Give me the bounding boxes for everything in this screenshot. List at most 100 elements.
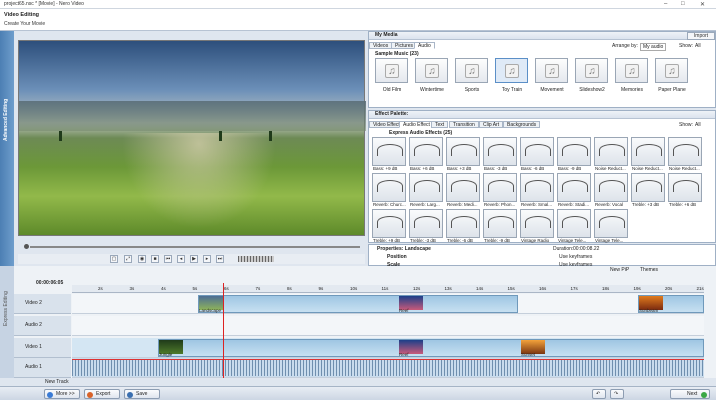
media-item[interactable]: ♫: [615, 58, 648, 83]
lane-audio-2[interactable]: [72, 316, 704, 336]
scrubber-handle[interactable]: [24, 244, 29, 249]
effect-item[interactable]: [483, 173, 517, 202]
effect-item[interactable]: [594, 209, 628, 238]
lane-audio-1[interactable]: [72, 358, 704, 378]
tab-clip-art[interactable]: Clip Art: [479, 121, 504, 128]
step-forward-button[interactable]: ▸: [203, 255, 211, 263]
preview-mountains: [19, 101, 366, 131]
volume-line[interactable]: [72, 359, 704, 360]
fx-show-select[interactable]: All: [695, 122, 701, 128]
effect-item[interactable]: [446, 137, 480, 166]
media-item[interactable]: ♫: [575, 58, 608, 83]
clip-jungle[interactable]: Jungle Reef Sunset: [158, 339, 704, 357]
tab-audio-effect[interactable]: Audio Effect: [399, 121, 434, 128]
waveform-icon: [599, 216, 625, 228]
redo-button[interactable]: ↷: [610, 389, 624, 399]
tab-text[interactable]: Text: [431, 121, 449, 128]
waveform-icon: [451, 144, 477, 156]
effect-item-label: Treble: +6 dB: [669, 202, 696, 207]
media-item[interactable]: ♫: [415, 58, 448, 83]
effect-item-label: Treble: -3 dB: [410, 238, 436, 243]
effect-item[interactable]: [409, 173, 443, 202]
effect-item[interactable]: [446, 173, 480, 202]
effect-item[interactable]: [446, 209, 480, 238]
themes-button[interactable]: Themes: [640, 267, 658, 273]
effect-item[interactable]: [409, 209, 443, 238]
effect-item[interactable]: [557, 173, 591, 202]
track-video-1[interactable]: Video 1: [14, 338, 71, 358]
express-editing-tab[interactable]: Express Editing: [0, 266, 14, 378]
arrange-select[interactable]: My audio: [640, 43, 667, 51]
effect-item[interactable]: [483, 137, 517, 166]
effect-item[interactable]: [631, 173, 665, 202]
effect-item[interactable]: [520, 137, 554, 166]
timeline-ruler[interactable]: 2s 3s 4s 5s 6s 7s 8s 9s 10s 11s 12s 13s 14s 15s 16s 17s…: [72, 285, 704, 293]
clip-label: Landscape: [199, 308, 222, 313]
effect-item[interactable]: [594, 173, 628, 202]
effect-item[interactable]: [557, 209, 591, 238]
step-back-button[interactable]: ◂: [177, 255, 185, 263]
show-select[interactable]: All: [695, 43, 701, 49]
undo-button[interactable]: ↶: [592, 389, 606, 399]
preview-scrubber[interactable]: [18, 243, 365, 251]
effect-item[interactable]: [668, 137, 702, 166]
effect-item[interactable]: [631, 137, 665, 166]
next-button-footer[interactable]: Next: [670, 389, 710, 399]
effect-item[interactable]: [520, 209, 554, 238]
maximize-button[interactable]: □: [681, 1, 685, 7]
previous-button[interactable]: ⏮: [164, 255, 172, 263]
video-preview[interactable]: [18, 40, 366, 243]
effect-item[interactable]: [520, 173, 554, 202]
property-position[interactable]: Position: [387, 254, 407, 260]
music-note-icon: ♫: [465, 64, 479, 78]
clip-landscape[interactable]: Landscape Reef: [198, 295, 518, 313]
track-audio-2[interactable]: Audio 2: [14, 316, 71, 336]
playhead[interactable]: [223, 283, 224, 378]
lane-video-2[interactable]: Landscape Reef Sunbeam: [72, 294, 704, 314]
track-audio-1[interactable]: Audio 1: [14, 358, 71, 378]
effect-item[interactable]: [594, 137, 628, 166]
snapshot-icon[interactable]: ◉: [138, 255, 146, 263]
stop-button[interactable]: ■: [151, 255, 159, 263]
more-button[interactable]: More >>: [44, 389, 80, 399]
import-button[interactable]: Import: [687, 32, 715, 40]
save-button[interactable]: Save: [124, 389, 160, 399]
track-video-2[interactable]: Video 2: [14, 294, 71, 314]
export-button[interactable]: Export: [84, 389, 120, 399]
lane-video-1[interactable]: Jungle Reef Sunset: [72, 338, 704, 358]
fit-button[interactable]: ⤢: [124, 255, 132, 263]
my-media-title: My Media: [375, 32, 398, 38]
effect-item[interactable]: [372, 209, 406, 238]
waveform-icon: [525, 180, 551, 192]
crop-button[interactable]: ▢: [110, 255, 118, 263]
close-button[interactable]: ✕: [700, 1, 705, 8]
tab-audio[interactable]: Audio: [414, 42, 435, 49]
effect-item[interactable]: [483, 209, 517, 238]
tab-backgrounds[interactable]: Backgrounds: [503, 121, 541, 128]
effect-item[interactable]: [372, 173, 406, 202]
use-keyframes-checkbox[interactable]: Use keyframes: [559, 254, 592, 260]
footer-bar: More >> Export Save ↶ ↷ Next: [0, 386, 716, 400]
media-item[interactable]: ♫: [455, 58, 488, 83]
effect-item[interactable]: [557, 137, 591, 166]
music-note-icon: ♫: [505, 64, 519, 78]
clip-label: Reef: [399, 308, 409, 313]
tab-transition[interactable]: Transition: [449, 121, 479, 128]
effect-item[interactable]: [372, 137, 406, 166]
new-pip-button[interactable]: New PiP: [610, 267, 629, 273]
effect-item[interactable]: [409, 137, 443, 166]
tab-videos[interactable]: Videos: [369, 42, 393, 49]
media-item[interactable]: ♫: [655, 58, 688, 83]
new-track-button[interactable]: New Track: [45, 379, 69, 385]
effect-item[interactable]: [668, 173, 702, 202]
media-item[interactable]: ♫: [375, 58, 408, 83]
media-item[interactable]: ♫: [535, 58, 568, 83]
track-label: Audio 2: [25, 322, 42, 328]
play-button[interactable]: ▶: [190, 255, 198, 263]
clip-sunbeam[interactable]: Sunbeam: [638, 295, 704, 313]
jog-wheel[interactable]: [238, 256, 274, 262]
next-button[interactable]: ⏭: [216, 255, 224, 263]
media-item[interactable]: ♫: [495, 58, 528, 83]
advanced-editing-tab[interactable]: Advanced Editing: [0, 31, 14, 266]
minimize-button[interactable]: –: [664, 1, 667, 7]
